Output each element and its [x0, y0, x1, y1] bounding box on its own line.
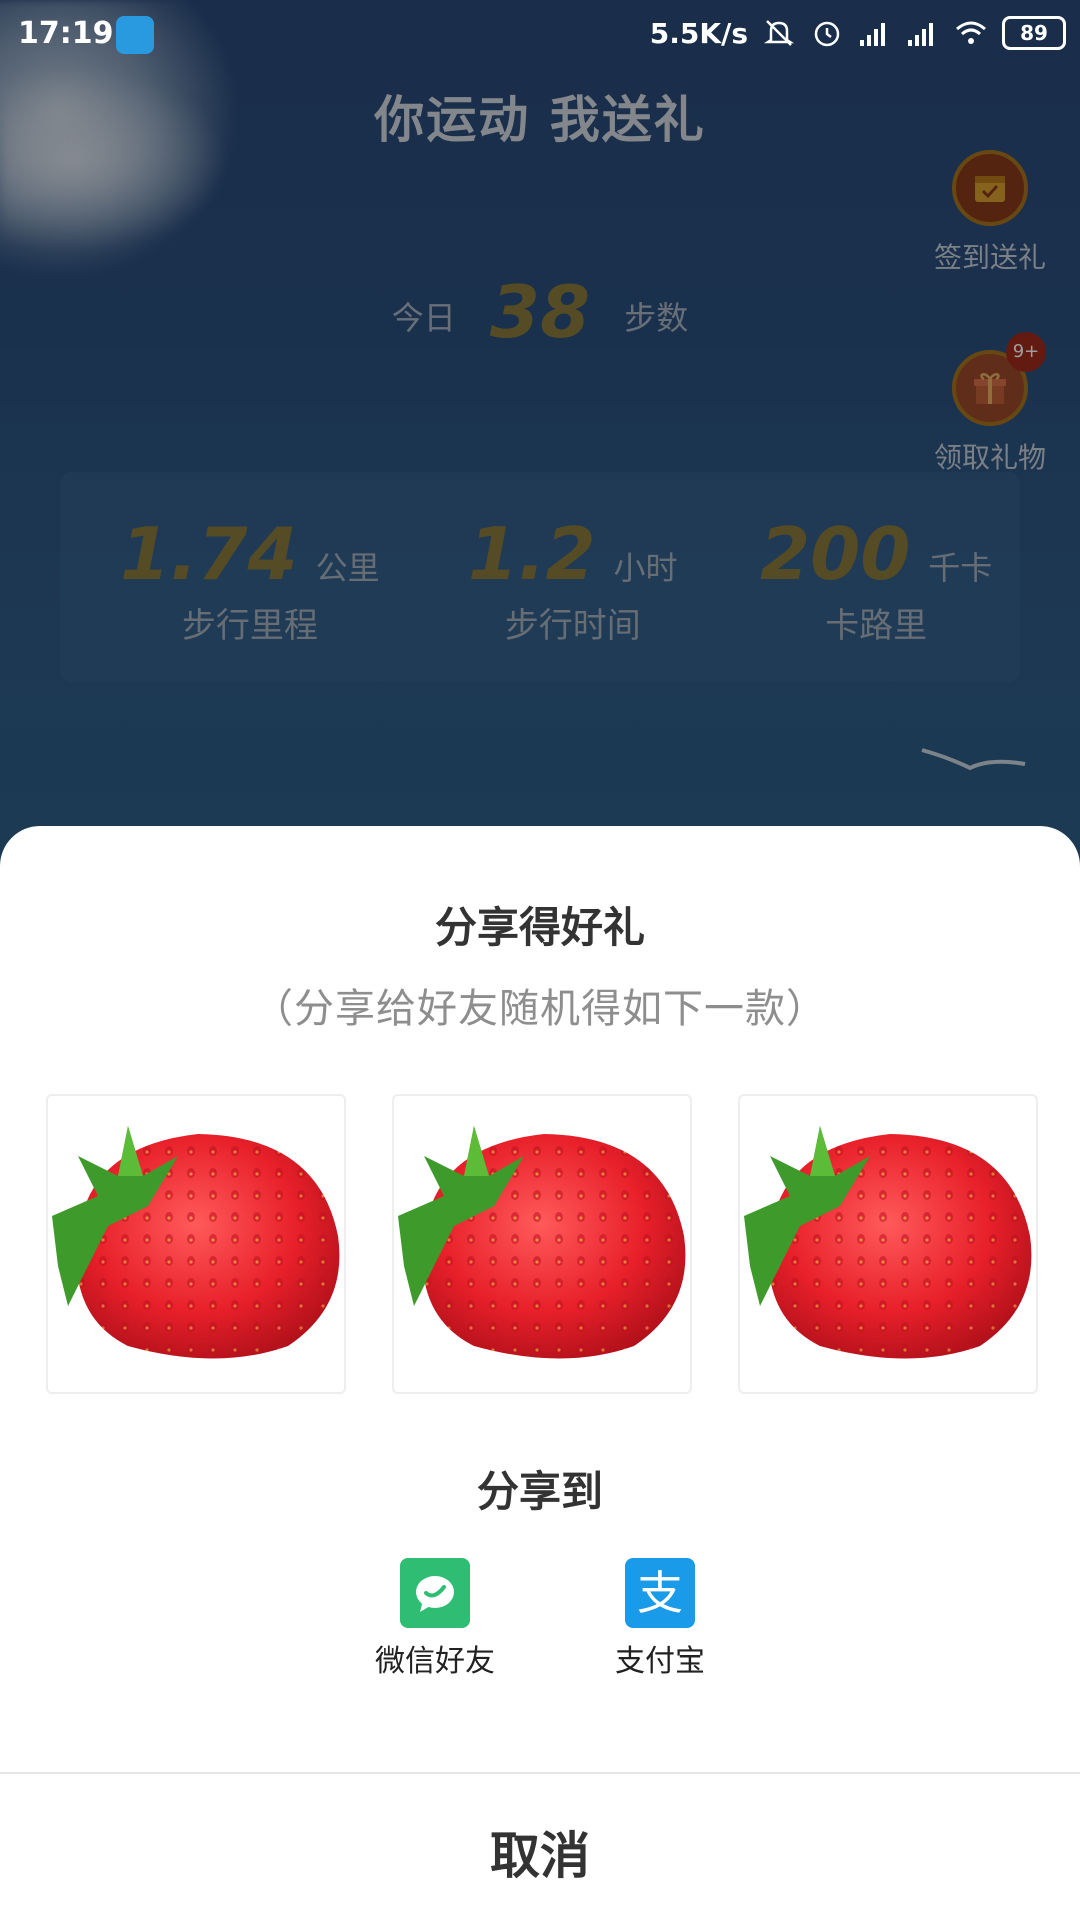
prize-item [46, 1094, 346, 1394]
strawberry-image [52, 1126, 340, 1359]
prize-item [392, 1094, 692, 1394]
divider [0, 1772, 1080, 1774]
status-icons: 5.5K/s 89 [650, 16, 1066, 50]
overlay-dim[interactable] [0, 0, 1080, 900]
share-wechat-label: 微信好友 [375, 1644, 495, 1679]
status-time: 17:19 [18, 16, 114, 51]
wifi-icon [956, 21, 986, 44]
share-alipay-label: 支付宝 [615, 1644, 705, 1679]
svg-text:支: 支 [637, 1566, 683, 1620]
sheet-subtitle: （分享给好友随机得如下一款） [253, 986, 827, 1032]
share-alipay-button[interactable]: 支 支付宝 [580, 1558, 740, 1680]
background-scene: 你运动 我送礼 签到送礼 9+ 领取礼物 今日 38 步数 1.74 公里 步行… [0, 0, 1080, 900]
battery-icon: 89 [1002, 16, 1066, 50]
app-notification-icon [116, 16, 154, 54]
signal-hd-icon [908, 23, 933, 46]
status-bar: 17:19 5.5K/s 89 [0, 0, 1080, 72]
prize-list [46, 1094, 1038, 1394]
strawberry-image [398, 1126, 686, 1359]
alipay-icon: 支 [625, 1558, 695, 1628]
net-speed: 5.5K/s [649, 16, 748, 50]
signal-icon [860, 23, 885, 46]
sheet-title: 分享得好礼 [434, 903, 645, 952]
share-sheet: 分享得好礼 （分享给好友随机得如下一款） 分享到 微信好友 支 支付宝 取消 [0, 826, 1080, 1920]
alarm-icon [814, 21, 840, 47]
wechat-icon [400, 1558, 470, 1628]
share-wechat-button[interactable]: 微信好友 [355, 1558, 515, 1680]
cancel-button[interactable]: 取消 [0, 1816, 1080, 1888]
bell-muted-icon [763, 20, 795, 46]
share-to-label: 分享到 [476, 1467, 603, 1516]
strawberry-image [744, 1126, 1032, 1359]
prize-item [738, 1094, 1038, 1394]
